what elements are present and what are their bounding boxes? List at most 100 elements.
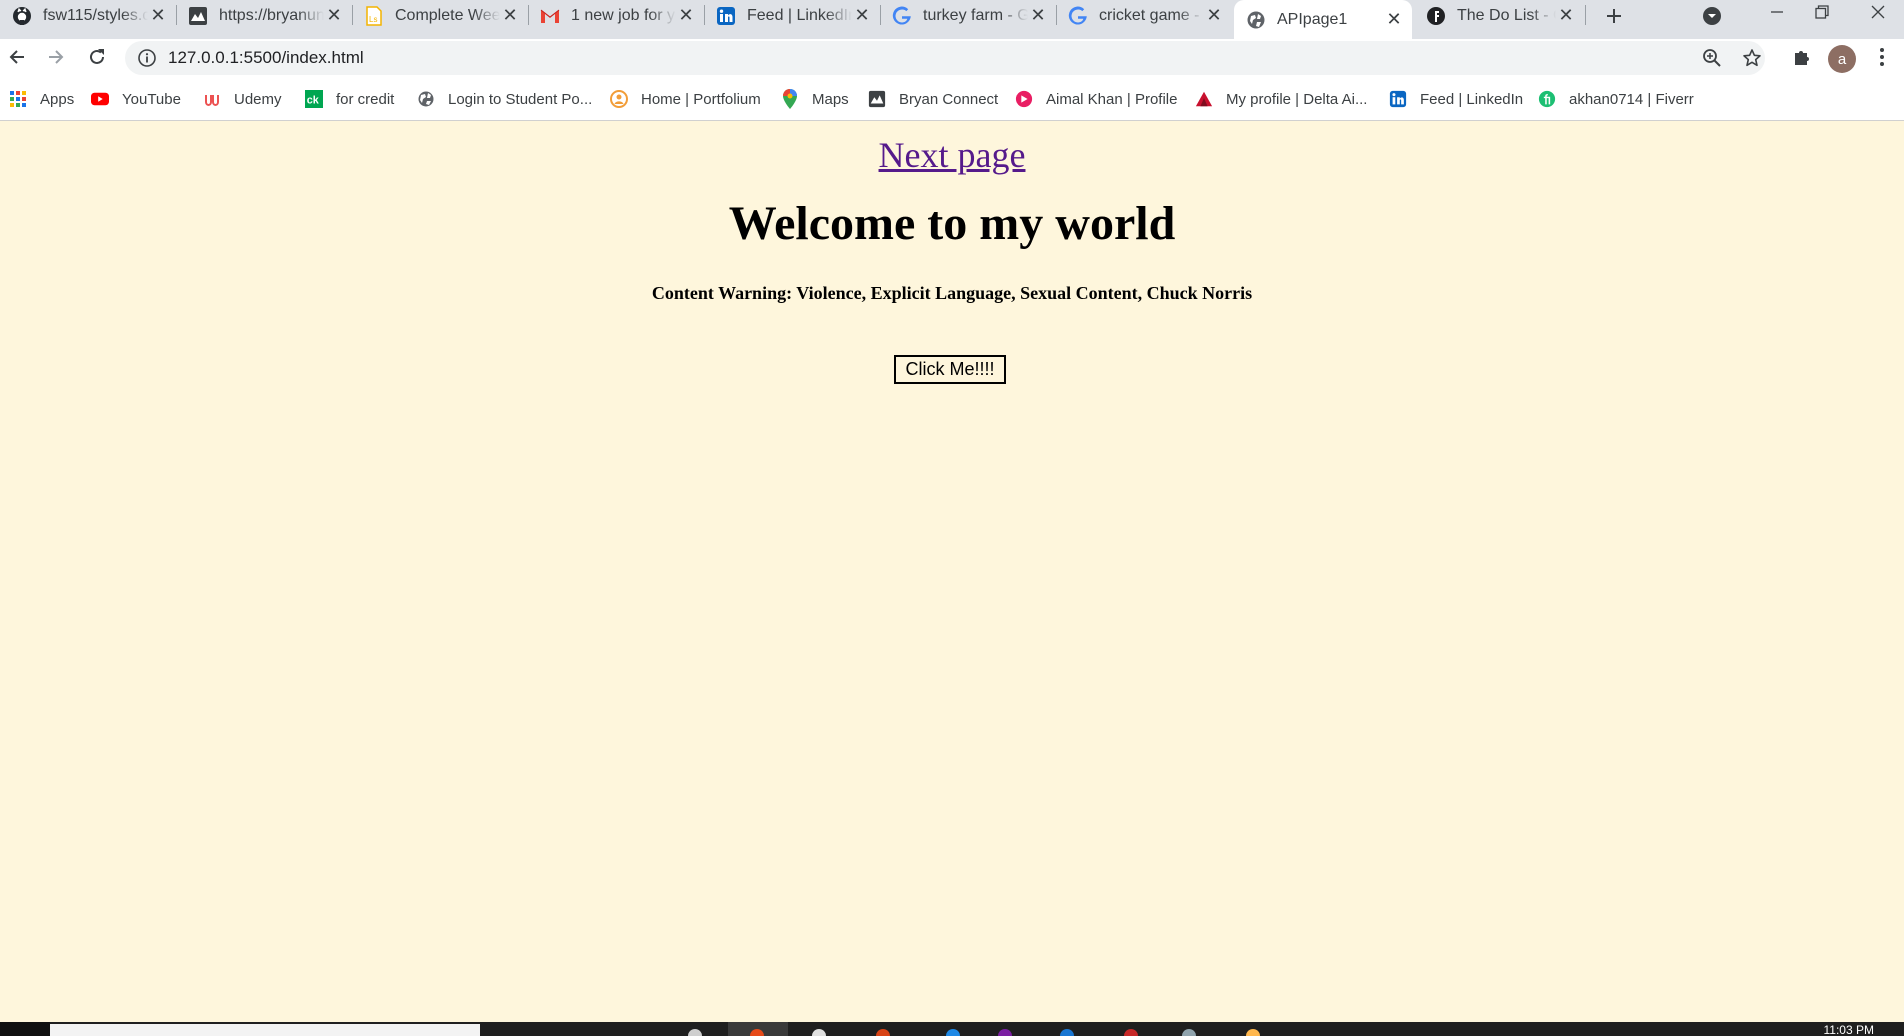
close-tab-icon[interactable]: ✕: [1204, 5, 1224, 26]
maps-pin-icon: [781, 89, 799, 109]
bookmark-udemy[interactable]: Udemy: [203, 85, 282, 113]
browser-toolbar: 127.0.0.1:5500/index.html: [0, 39, 1904, 76]
more-vertical-icon: [1880, 48, 1884, 66]
bookmark-apps[interactable]: Apps: [9, 85, 74, 113]
profile-icon: [1015, 90, 1033, 108]
back-button[interactable]: [3, 43, 31, 71]
taskbar-app-icon[interactable]: [1060, 1029, 1074, 1036]
taskbar-app-icon[interactable]: [812, 1029, 826, 1036]
menu-button[interactable]: [1868, 43, 1896, 71]
github-icon: [12, 6, 32, 26]
tab-cricket-game[interactable]: cricket game - Google ✕: [1056, 0, 1232, 31]
minimize-button[interactable]: [1755, 0, 1799, 24]
taskbar-search-box[interactable]: [50, 1024, 480, 1036]
info-icon[interactable]: [137, 48, 157, 68]
bookmark-label: Udemy: [234, 90, 282, 108]
bookmark-delta[interactable]: My profile | Delta Ai...: [1195, 85, 1367, 113]
bookmark-aimal-khan[interactable]: Aimal Khan | Profile: [1015, 85, 1177, 113]
profile-avatar[interactable]: a: [1828, 45, 1856, 73]
chrome-icon[interactable]: [750, 1029, 764, 1036]
bookmark-linkedin[interactable]: Feed | LinkedIn: [1389, 85, 1523, 113]
close-tab-icon[interactable]: ✕: [324, 5, 344, 26]
puzzle-icon: [1795, 51, 1809, 65]
bookmark-youtube[interactable]: YouTube: [91, 85, 181, 113]
bookmark-maps[interactable]: Maps: [781, 85, 849, 113]
address-bar[interactable]: 127.0.0.1:5500/index.html: [125, 41, 1765, 75]
udemy-icon: [203, 90, 221, 108]
taskbar-clock[interactable]: 11:03 PM: [1824, 1023, 1874, 1036]
close-tab-icon[interactable]: ✕: [1028, 5, 1048, 26]
close-window-button[interactable]: [1856, 0, 1900, 24]
apps-grid-icon: [9, 90, 27, 108]
content-warning: Content Warning: Violence, Explicit Lang…: [651, 283, 1253, 303]
tab-bryan-university[interactable]: https://bryanuniversity ✕: [176, 0, 352, 31]
tab-fsw115[interactable]: fsw115/styles.css ✕: [0, 0, 176, 31]
tab-title: APIpage1: [1277, 10, 1348, 28]
google-icon: [892, 6, 912, 26]
close-tab-icon[interactable]: ✕: [148, 5, 168, 26]
extensions-button[interactable]: [1788, 43, 1816, 71]
gmail-icon: [540, 6, 560, 26]
bookmark-for-credit[interactable]: ck for credit: [305, 85, 394, 113]
tab-title: https://bryanuniversity: [219, 6, 324, 24]
reload-icon: [90, 49, 104, 64]
restore-icon: [1815, 5, 1829, 19]
star-icon[interactable]: [1742, 48, 1762, 68]
bookmark-label: Apps: [40, 90, 75, 108]
close-tab-icon[interactable]: ✕: [676, 5, 696, 26]
delta-icon: [1195, 90, 1213, 108]
bookmark-label: YouTube: [122, 90, 181, 108]
taskbar-app-icon[interactable]: [876, 1029, 890, 1036]
svg-text:ck: ck: [307, 95, 319, 107]
restore-button[interactable]: [1800, 0, 1844, 24]
tab-gmail[interactable]: 1 new job for you ✕: [528, 0, 704, 31]
zoom-icon[interactable]: [1702, 48, 1722, 68]
tab-title: The Do List - Chuck: [1457, 6, 1556, 24]
vscode-icon[interactable]: [946, 1029, 960, 1036]
tab-linkedin[interactable]: Feed | LinkedIn ✕: [704, 0, 880, 31]
url-text[interactable]: 127.0.0.1:5500/index.html: [168, 41, 364, 75]
reload-button[interactable]: [83, 43, 111, 71]
close-tab-icon[interactable]: ✕: [852, 5, 872, 26]
chevron-down-circle-icon: [1703, 7, 1721, 25]
bookmark-label: Home | Portfolium: [641, 90, 761, 108]
tab-complete-week[interactable]: Ls Complete Week ✕: [352, 0, 528, 31]
taskbar-app-icon[interactable]: [1246, 1029, 1260, 1036]
tab-do-list[interactable]: The Do List - Chuck ✕: [1414, 0, 1584, 31]
close-tab-icon[interactable]: ✕: [1384, 9, 1404, 30]
bookmark-student-portal[interactable]: Login to Student Po...: [417, 85, 592, 113]
close-icon: [1871, 5, 1885, 19]
start-button[interactable]: [0, 1022, 50, 1036]
svg-text:Ls: Ls: [369, 15, 377, 24]
bookmark-label: Feed | LinkedIn: [1420, 90, 1524, 108]
bookmark-label: Aimal Khan | Profile: [1046, 90, 1178, 108]
tab-search-button[interactable]: [1700, 4, 1724, 28]
new-tab-button[interactable]: [1600, 2, 1628, 30]
tab-title: cricket game - Google: [1099, 6, 1204, 24]
tab-strip: fsw115/styles.css ✕ https://bryanunivers…: [0, 0, 1904, 39]
taskbar-app-icon[interactable]: [688, 1029, 702, 1036]
bookmark-portfolium[interactable]: Home | Portfolium: [610, 85, 761, 113]
click-me-button[interactable]: Click Me!!!!: [894, 355, 1006, 384]
bookmark-bryan-connect[interactable]: Bryan Connect: [868, 85, 998, 113]
tab-title: Complete Week: [395, 6, 500, 24]
ck-icon: ck: [305, 90, 323, 108]
taskbar-app-icon[interactable]: [998, 1029, 1012, 1036]
tab-turkey-farm[interactable]: turkey farm - Google ✕: [880, 0, 1056, 31]
bookmark-fiverr[interactable]: akhan0714 | Fiverr: [1538, 85, 1694, 113]
bryan-icon: [188, 6, 208, 26]
close-tab-icon[interactable]: ✕: [1556, 5, 1576, 26]
taskbar-app-icon[interactable]: [1182, 1029, 1196, 1036]
taskbar-app-icon[interactable]: [1124, 1029, 1138, 1036]
bookmark-label: akhan0714 | Fiverr: [1569, 90, 1694, 108]
bryan-icon: [868, 90, 886, 108]
tab-title: Feed | LinkedIn: [747, 6, 852, 24]
close-tab-icon[interactable]: ✕: [500, 5, 520, 26]
youtube-icon: [91, 90, 109, 108]
arrow-right-icon: [49, 50, 64, 64]
next-page-link[interactable]: Next page: [879, 135, 1026, 175]
linkedin-icon: [1389, 90, 1407, 108]
tab-apipage1[interactable]: APIpage1 ✕: [1234, 0, 1412, 39]
page-heading: Welcome to my world: [728, 197, 1176, 250]
forward-button[interactable]: [42, 43, 70, 71]
